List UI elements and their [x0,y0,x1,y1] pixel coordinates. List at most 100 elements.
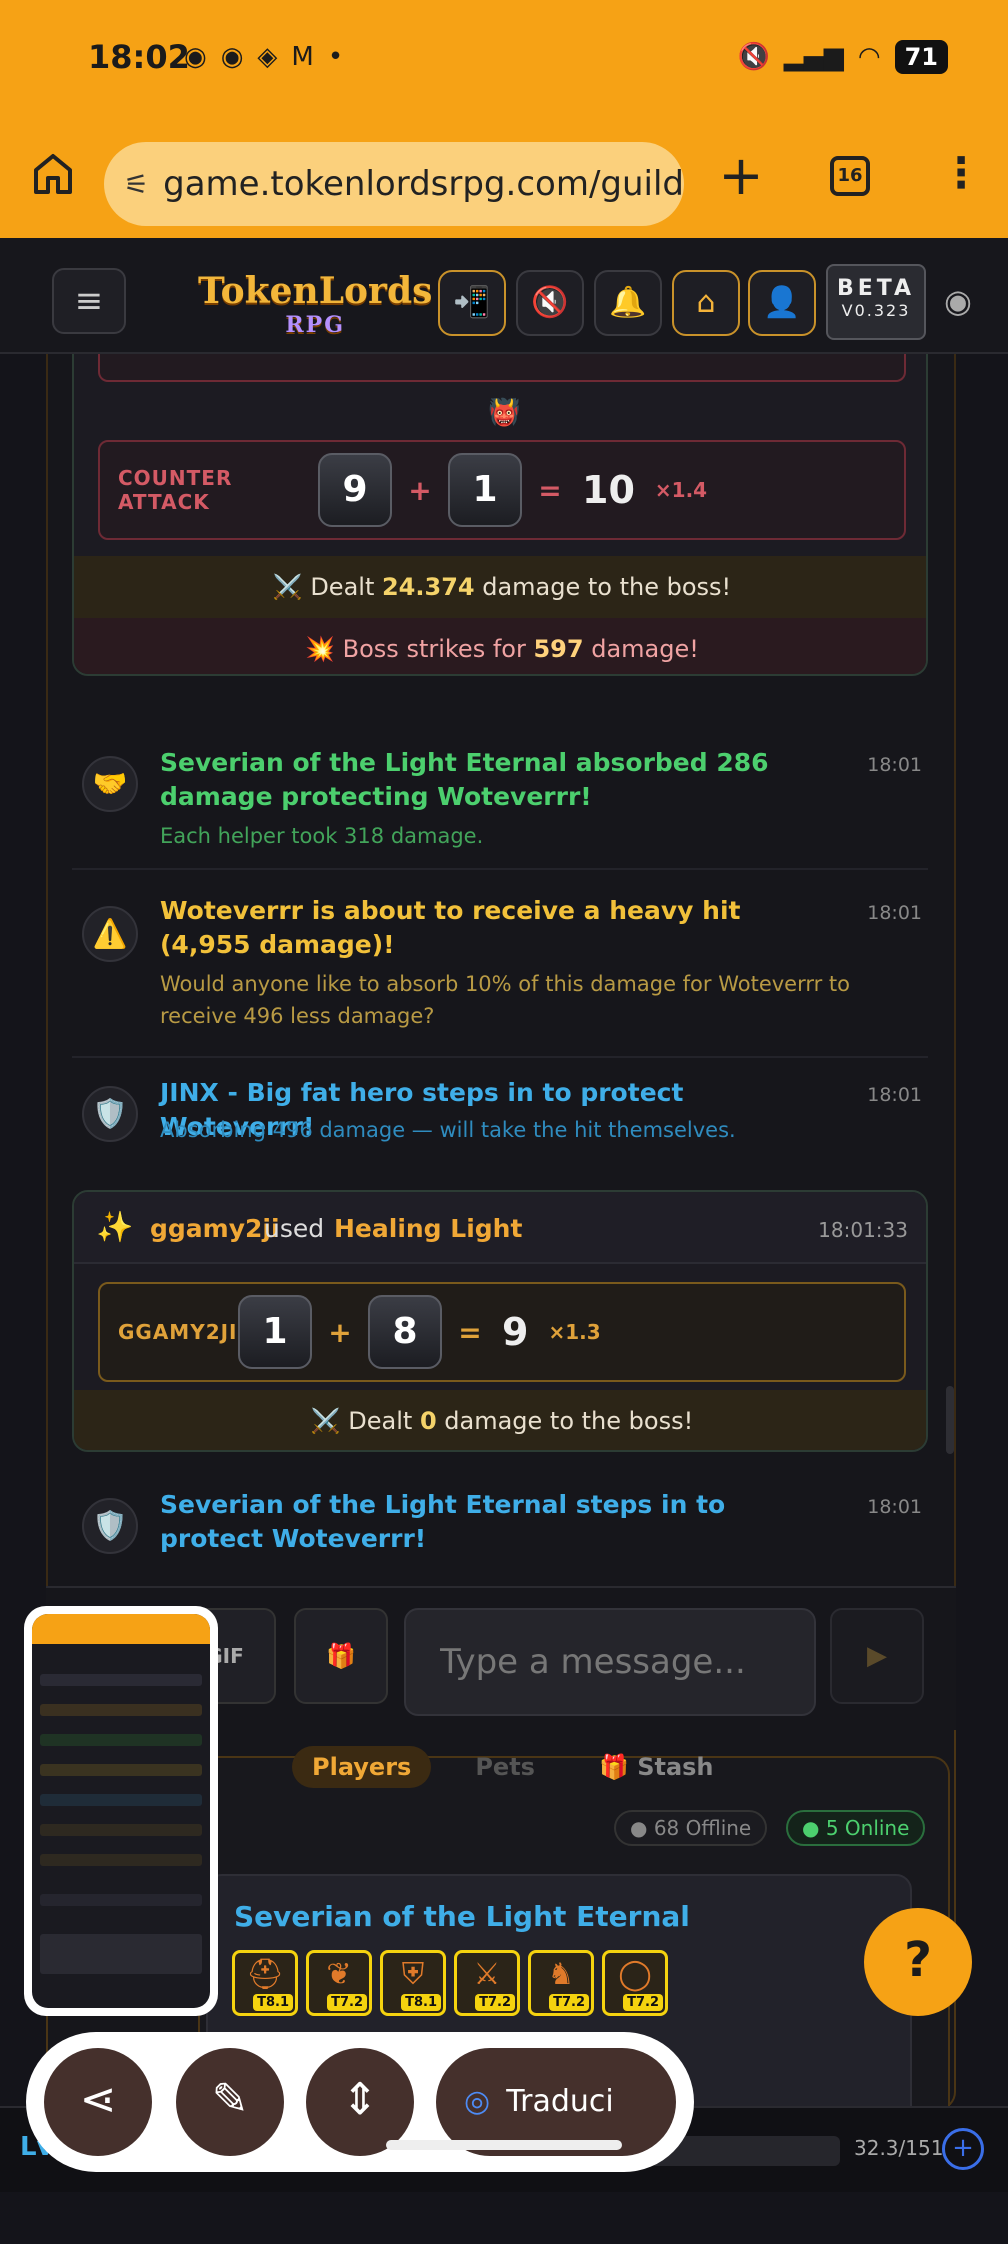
dealt-value: 24.374 [381,573,475,601]
gmail-notification-icon: M [291,42,314,72]
handshake-icon: 🤝 [82,756,138,812]
chat-scrollbar[interactable] [946,1386,954,1454]
wifi-icon: ◠ [857,42,881,72]
share-icon[interactable]: ⋖ [44,2048,152,2156]
browser-menu-icon[interactable]: ⋮ [940,148,982,197]
gift-icon[interactable]: 🎁 [294,1608,388,1704]
mobile-mode-icon[interactable]: 📲 [438,270,506,336]
thumbnail-row [40,1794,202,1806]
message-time: 18:01 [867,1496,922,1518]
translate-label: Traduci [506,2084,614,2119]
edit-icon[interactable]: ✎ [176,2048,284,2156]
helmet-icon: ⛑ [245,1957,285,1992]
shield-icon: 🛡️ [82,1498,138,1554]
online-count-badge[interactable]: ● 5 Online [786,1810,926,1846]
hamburger-menu-icon[interactable]: ≡ [52,268,126,334]
screenshot-toolbar: ⋖ ✎ ⇕ ◎ Traduci [26,2032,694,2172]
previous-roll-row [98,354,906,382]
message-time: 18:01 [867,902,922,924]
equipment-slot[interactable]: ⚔ T7.2 [454,1950,520,2016]
plus-sign: + [328,1315,352,1349]
site-settings-icon[interactable]: ⚟ [124,168,149,201]
game-logo[interactable]: TokenLords RPG [198,273,432,342]
equals-sign: = [538,473,562,507]
thumbnail-preview [32,1614,210,2008]
tab-switcher-button[interactable]: 16 [830,156,870,196]
thumbnail-row [40,1764,202,1776]
inventory-icon[interactable]: ⌂ [672,270,740,336]
equipment-slot[interactable]: ❦ T7.2 [306,1950,372,2016]
equals-sign: = [458,1315,482,1349]
bell-icon[interactable]: 🔔 [594,270,662,336]
dealt-suffix: damage to the boss! [474,573,732,601]
profile-icon[interactable]: 👤 [748,270,816,336]
home-indicator[interactable] [386,2140,622,2150]
send-icon[interactable]: ▶ [830,1608,924,1704]
game-notification-icon: ◈ [257,42,278,72]
skill-user: ggamy2ji [150,1214,280,1243]
screenshot-thumbnail[interactable] [24,1606,218,2016]
beta-badge: BETA V0.323 [826,264,926,340]
system-icons: 🔇 ▂▄▆ ◠ 71 [738,40,948,74]
tier-badge: T7.2 [623,1994,663,2011]
roll-multiplier: ×1.3 [548,1320,601,1344]
player-name[interactable]: Severian of the Light Eternal [234,1900,690,1933]
online-count: 5 Online [825,1816,910,1840]
status-bar: 18:02 ◉ ◉ ◈ M • 🔇 ▂▄▆ ◠ 71 [0,0,1008,118]
sound-off-icon[interactable]: 🔇 [516,270,584,336]
message-subtext: Would anyone like to absorb 10% of this … [160,972,851,1028]
more-notifications-icon: • [327,42,344,72]
ring-icon: ◯ [618,1957,652,1992]
thumbnail-row [40,1674,202,1686]
notification-icons: ◉ ◉ ◈ M • [184,42,343,72]
xp-text: 32.3/151 [854,2136,944,2160]
thumbnail-header [32,1614,210,1644]
roll-total: 9 [502,1310,529,1354]
equipment-slot[interactable]: ♞ T7.2 [528,1950,594,2016]
damage-dealt-bar: ⚔️ Dealt 24.374 damage to the boss! [74,556,926,618]
clock: 18:02 [88,38,190,76]
address-bar[interactable]: ⚟ game.tokenlordsrpg.com/guilds [104,142,684,226]
discord-icon[interactable]: ◉ [944,282,972,320]
equipment-slot[interactable]: ⛑ T8.1 [232,1950,298,2016]
equipment-slot[interactable]: ◯ T7.2 [602,1950,668,2016]
boss-strike-bar: 💥 Boss strikes for 597 damage! [74,618,926,674]
tab-stash[interactable]: 🎁 Stash [579,1746,734,1788]
dealt-prefix: ⚔️ Dealt [272,573,382,601]
counter-attack-roll: COUNTER ATTACK 9 + 1 = 10 ×1.4 [98,440,906,540]
plus-sign: + [408,473,432,507]
skill-roll: GGAMY2JI 1 + 8 = 9 ×1.3 [98,1282,906,1382]
thumbnail-row [40,1824,202,1836]
new-tab-icon[interactable]: + [716,144,766,207]
die: 1 [238,1295,312,1369]
message-subtext: Absorbing 496 damage — will take the hit… [160,1118,736,1142]
offline-count-badge[interactable]: ● 68 Offline [614,1810,768,1846]
home-icon[interactable] [28,148,78,198]
die: 8 [368,1295,442,1369]
tab-pets[interactable]: Pets [455,1746,555,1788]
thumbnail-row [40,1894,202,1906]
armor-icon: ⛨ [401,1957,425,1992]
chat-feed[interactable]: 👹 COUNTER ATTACK 9 + 1 = 10 ×1.4 ⚔️ Deal… [46,354,956,1730]
message-input[interactable] [404,1608,816,1716]
equipment-slot[interactable]: ⛨ T8.1 [380,1950,446,2016]
message-title: Woteverrr is about to receive a heavy hi… [160,896,741,959]
game-header: ≡ TokenLords RPG 📲 🔇 🔔 ⌂ 👤 BETA V0.323 ◉ [0,238,1008,354]
shield-icon: 🛡️ [82,1086,138,1142]
demon-icon: 👹 [488,398,521,428]
dealt-value: 0 [419,1407,437,1435]
thumbnail-row [40,1854,202,1866]
boots-icon: ♞ [547,1957,575,1992]
boss-suffix: damage! [583,635,699,663]
warning-icon: ⚠️ [82,906,138,962]
beta-label: BETA [836,276,916,301]
add-button[interactable]: + [942,2128,984,2170]
logo-subtitle: RPG [285,312,346,338]
message-time: 18:01 [867,1084,922,1106]
skill-used-text: used [264,1214,325,1243]
tab-players[interactable]: Players [292,1746,432,1788]
skill-name: Healing Light [334,1214,523,1243]
message-title: Severian of the Light Eternal steps in t… [160,1490,726,1553]
equipment-row: ⛑ T8.1 ❦ T7.2 ⛨ T8.1 ⚔ T7.2 ♞ T7.2 ◯ T7.2 [232,1950,668,2016]
help-button[interactable]: ? [864,1908,972,2016]
